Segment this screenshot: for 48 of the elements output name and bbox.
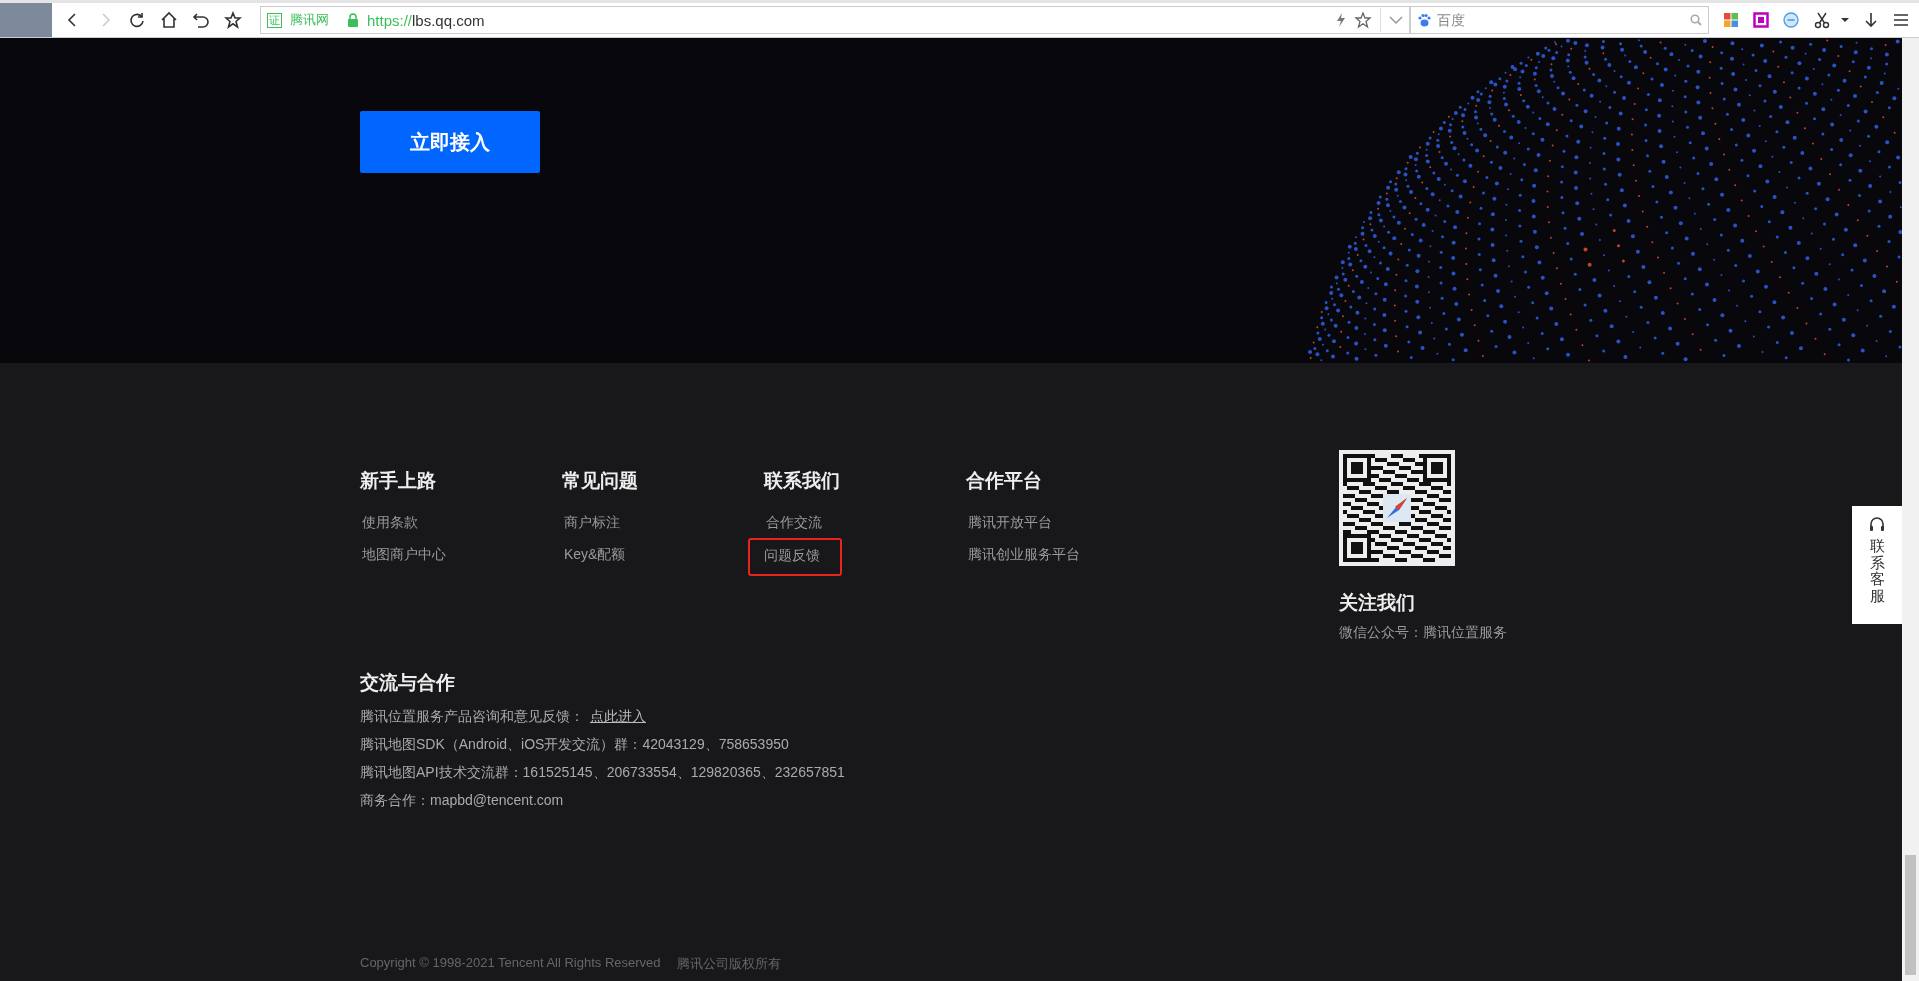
dropdown-caret-icon[interactable] <box>1389 15 1403 25</box>
column-title: 新手上路 <box>360 469 436 493</box>
footer-link[interactable]: 问题反馈 <box>748 538 842 576</box>
lightning-icon[interactable] <box>1336 13 1346 27</box>
home-icon <box>160 11 178 29</box>
grid-icon[interactable] <box>1723 12 1739 28</box>
download-icon[interactable] <box>1863 12 1879 28</box>
lock-icon <box>347 13 359 27</box>
footer-link[interactable]: Key&配额 <box>556 538 634 570</box>
footer-link[interactable]: 合作交流 <box>758 506 830 538</box>
search-field[interactable]: 百度 <box>1410 6 1709 34</box>
footer-link[interactable]: 腾讯开放平台 <box>960 506 1060 538</box>
headset-icon <box>1868 516 1886 534</box>
scrollbar[interactable] <box>1902 38 1919 981</box>
reload-icon <box>128 11 146 29</box>
scissors-icon[interactable] <box>1813 11 1831 29</box>
caret-icon[interactable] <box>1841 17 1849 23</box>
customer-service-button[interactable]: 联系客服 <box>1852 506 1902 624</box>
copyright-text: Copyright © 1998-2021 Tencent All Rights Reserved <box>360 955 661 972</box>
contact-text: 腾讯地图SDK（Android、iOS开发交流）群：42043129、758653950 <box>360 735 790 754</box>
footer-link[interactable]: 商户标注 <box>556 506 628 538</box>
footer-link[interactable]: 腾讯创业服务平台 <box>960 538 1088 570</box>
menu-icon[interactable] <box>1893 12 1909 28</box>
url-text: https://lbs.qq.com <box>367 11 485 29</box>
column-title: 常见问题 <box>562 469 638 493</box>
contact-text: 腾讯地图API技术交流群：161525145、206733554、129820365、232657851 <box>360 763 846 782</box>
site-name: 腾讯网 <box>290 11 329 29</box>
undo-icon <box>192 11 210 29</box>
follow-title: 关注我们 <box>1339 591 1415 615</box>
copyright-text: 腾讯公司版权所有 <box>676 955 781 973</box>
contact-text: 商务合作：mapbd@tencent.com <box>360 791 565 810</box>
column-title: 合作平台 <box>966 469 1042 493</box>
minus-circle-icon[interactable] <box>1783 12 1799 28</box>
star-icon <box>224 11 242 29</box>
contact-text: 腾讯位置服务产品咨询和意见反馈： <box>360 707 584 726</box>
wechat-account-text: 微信公众号：腾讯位置服务 <box>1339 624 1507 642</box>
section-title: 交流与合作 <box>360 671 456 695</box>
certificate-badge: 证 <box>267 12 282 28</box>
bookmark-button[interactable] <box>222 9 244 31</box>
paw-icon <box>1417 13 1431 27</box>
square-icon[interactable] <box>1753 12 1769 28</box>
bookmark-star-icon[interactable] <box>1354 11 1372 29</box>
footer-link[interactable]: 使用条款 <box>354 506 426 538</box>
column-title: 联系我们 <box>764 469 840 493</box>
access-button[interactable]: 立即接入 <box>360 111 540 173</box>
address-bar[interactable]: 证 腾讯网 https://lbs.qq.com <box>260 6 1410 34</box>
enter-link[interactable]: 点此进入 <box>590 702 646 730</box>
footer-link[interactable]: 地图商户中心 <box>354 538 454 570</box>
